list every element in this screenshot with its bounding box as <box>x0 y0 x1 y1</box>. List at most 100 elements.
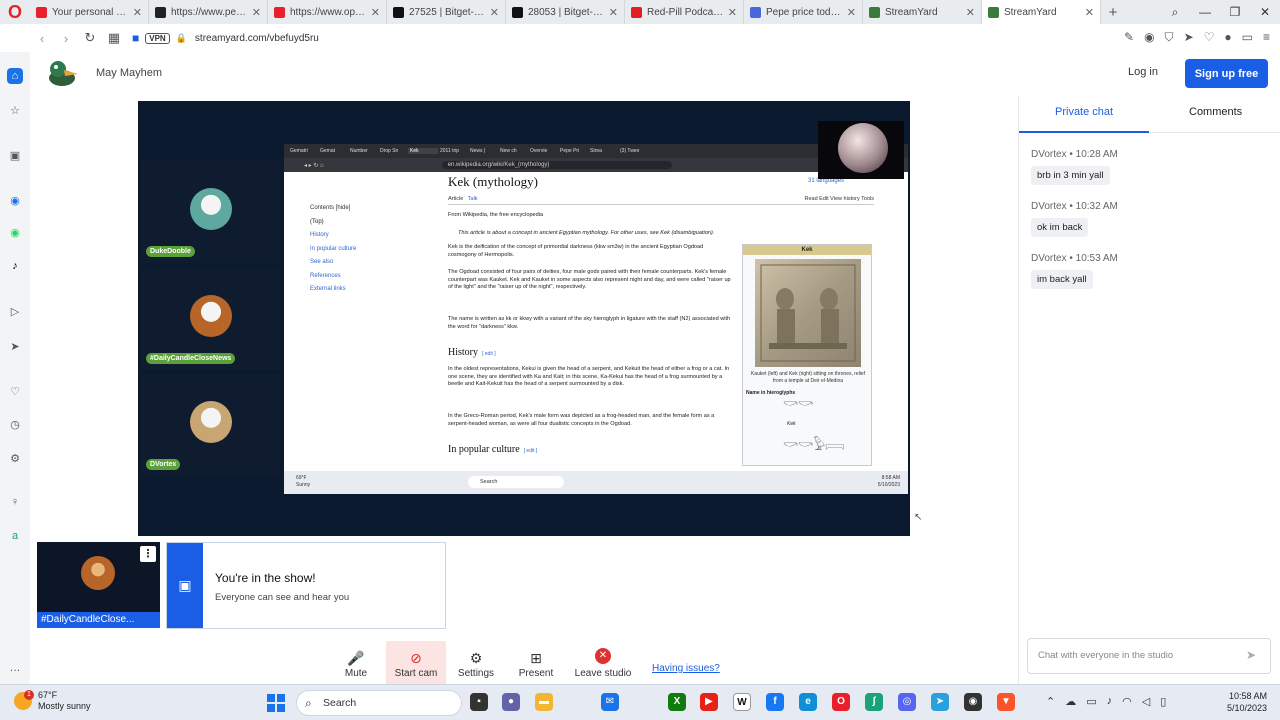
leave-studio-button[interactable]: ✕ Leave studio <box>566 641 640 685</box>
wifi-icon[interactable]: ◠ <box>1122 695 1132 708</box>
browser-tab[interactable]: 28053 | Bitget-Bette ✕ <box>506 0 625 24</box>
shield-icon[interactable]: ⛉ <box>1165 30 1174 45</box>
browser-tab[interactable]: https://www.opera.c ✕ <box>268 0 387 24</box>
having-issues-link[interactable]: Having issues? <box>652 663 720 674</box>
reload-button[interactable]: ↻ <box>78 30 102 46</box>
edit-icon[interactable]: ✎ <box>1124 30 1134 45</box>
chat-app-icon[interactable]: ● <box>502 693 520 711</box>
participant-tile[interactable]: DVortex <box>142 373 280 476</box>
xbox-icon[interactable]: X <box>668 693 686 711</box>
share-icon[interactable]: ➤ <box>1184 30 1194 45</box>
wikipedia-icon[interactable]: W <box>733 693 751 711</box>
login-link[interactable]: Log in <box>1128 66 1158 78</box>
app-icon[interactable]: ʃ <box>865 693 883 711</box>
heart-icon[interactable]: ♡ <box>1204 30 1215 45</box>
taskbar-clock[interactable]: 10:58 AM 5/10/2023 <box>1205 690 1267 714</box>
home-icon[interactable]: ⌂ <box>7 68 23 84</box>
browser-tab[interactable]: StreamYard ✕ <box>982 0 1101 24</box>
close-tab-icon[interactable]: ✕ <box>371 6 380 19</box>
participant-name: #DailyCandleCloseNews <box>146 353 236 364</box>
close-tab-icon[interactable]: ✕ <box>966 6 975 19</box>
close-tab-icon[interactable]: ✕ <box>609 6 618 19</box>
toc-item: In popular culture <box>310 245 357 252</box>
close-tab-icon[interactable]: ✕ <box>490 6 499 19</box>
aria-icon[interactable]: a <box>7 528 23 544</box>
browser-tab[interactable]: Your personal brows ✕ <box>30 0 149 24</box>
close-tab-icon[interactable]: ✕ <box>133 6 142 19</box>
obs-icon[interactable]: ◉ <box>964 693 982 711</box>
telegram-icon[interactable]: ➤ <box>931 693 949 711</box>
more-icon[interactable]: … <box>7 660 23 676</box>
windows-start-icon[interactable] <box>267 694 285 712</box>
mail-icon[interactable]: ✉ <box>601 693 619 711</box>
participant-tile[interactable]: DukeDooble <box>142 160 280 263</box>
discord-icon[interactable]: ◎ <box>898 693 916 711</box>
profile-icon[interactable]: ● <box>1224 30 1231 45</box>
battery-icon[interactable]: ▭ <box>1242 30 1253 45</box>
weather-widget[interactable]: 1 67°F Mostly sunny <box>14 690 91 712</box>
snapshot-icon[interactable]: ◉ <box>1144 30 1154 45</box>
close-window-button[interactable]: ✕ <box>1250 0 1280 24</box>
maximize-button[interactable]: ❐ <box>1220 0 1250 24</box>
tab-comments[interactable]: Comments <box>1189 106 1242 118</box>
browser-tab[interactable]: StreamYard ✕ <box>863 0 982 24</box>
task-view-icon[interactable]: ▪ <box>470 693 488 711</box>
settings-button[interactable]: ⚙ Settings <box>446 641 506 685</box>
new-tab-button[interactable]: + <box>1101 4 1125 21</box>
tab-grid-icon[interactable]: ▦ <box>102 30 126 46</box>
wallet-icon[interactable]: ▣ <box>7 147 23 163</box>
participant-tile[interactable]: #DailyCandleCloseNews <box>142 267 280 370</box>
back-button[interactable]: ‹ <box>30 31 54 46</box>
minimize-button[interactable]: — <box>1190 0 1220 24</box>
messenger-icon[interactable]: ◉ <box>7 192 23 208</box>
show-hidden-icon[interactable]: ⌃ <box>1046 695 1055 708</box>
present-button[interactable]: ⊞ Present <box>506 641 566 685</box>
network-icon[interactable]: ▭ <box>1086 695 1096 708</box>
star-icon[interactable]: ☆ <box>7 102 23 118</box>
url-field[interactable]: streamyard.com/vbefuyd5ru <box>195 33 319 44</box>
browser-tab[interactable]: Pepe price today, PE ✕ <box>744 0 863 24</box>
facebook-icon[interactable]: f <box>766 693 784 711</box>
player-icon[interactable]: ▷ <box>7 303 23 319</box>
taskbar-search[interactable]: ⌕ Search <box>296 690 462 716</box>
battery-tray-icon[interactable]: ▯ <box>1160 695 1166 708</box>
sun-icon: 1 <box>14 690 34 710</box>
microphone-tray-icon[interactable]: ♪ <box>1107 695 1113 708</box>
close-tab-icon[interactable]: ✕ <box>728 6 737 19</box>
self-preview[interactable]: ⋮ #DailyCandleClose... <box>37 542 160 628</box>
settings-icon[interactable]: ⚙ <box>7 450 23 466</box>
start-cam-button[interactable]: ⊘ Start cam <box>386 641 446 685</box>
opera-taskbar-icon[interactable]: O <box>832 693 850 711</box>
tips-icon[interactable]: ♀ <box>7 494 23 510</box>
close-tab-icon[interactable]: ✕ <box>252 6 261 19</box>
browser-tab[interactable]: https://www.peacoc ✕ <box>149 0 268 24</box>
tiktok-icon[interactable]: ♪ <box>7 258 23 274</box>
chat-input[interactable]: Chat with everyone in the studio <box>1027 638 1271 674</box>
signup-button[interactable]: Sign up free <box>1185 59 1268 88</box>
close-tab-icon[interactable]: ✕ <box>1085 6 1094 19</box>
whatsapp-icon[interactable]: ◉ <box>7 224 23 240</box>
forward-button[interactable]: › <box>54 31 78 46</box>
streamyard-logo[interactable] <box>46 58 80 88</box>
self-menu-button[interactable]: ⋮ <box>140 546 156 562</box>
volume-icon[interactable]: ◁ <box>1142 695 1150 708</box>
mute-button[interactable]: 🎤 Mute <box>326 641 386 685</box>
browser-tab[interactable]: 27525 | Bitget-Bette ✕ <box>387 0 506 24</box>
cloud-icon[interactable]: ☁ <box>1065 695 1076 708</box>
youtube-icon[interactable]: ▶ <box>700 693 718 711</box>
send-icon[interactable]: ➤ <box>7 338 23 354</box>
camera-icon[interactable]: ■ <box>132 31 139 45</box>
browser-tab[interactable]: Red-Pill Podcast 🍷 ✕ <box>625 0 744 24</box>
favorites-icon[interactable]: ♡ <box>7 383 23 399</box>
search-tabs-icon[interactable]: ⌕ <box>1160 0 1190 24</box>
close-tab-icon[interactable]: ✕ <box>847 6 856 19</box>
file-explorer-icon[interactable]: ▬ <box>535 693 553 711</box>
brave-icon[interactable]: ▼ <box>997 693 1015 711</box>
history-icon[interactable]: ◷ <box>7 416 23 432</box>
send-icon[interactable]: ➤ <box>1246 648 1256 662</box>
opera-logo-icon[interactable]: O <box>0 0 30 24</box>
vpn-badge[interactable]: VPN <box>145 32 170 44</box>
menu-icon[interactable]: ≡ <box>1263 30 1270 45</box>
edge-icon[interactable]: e <box>799 693 817 711</box>
tab-private-chat[interactable]: Private chat <box>1055 106 1113 118</box>
